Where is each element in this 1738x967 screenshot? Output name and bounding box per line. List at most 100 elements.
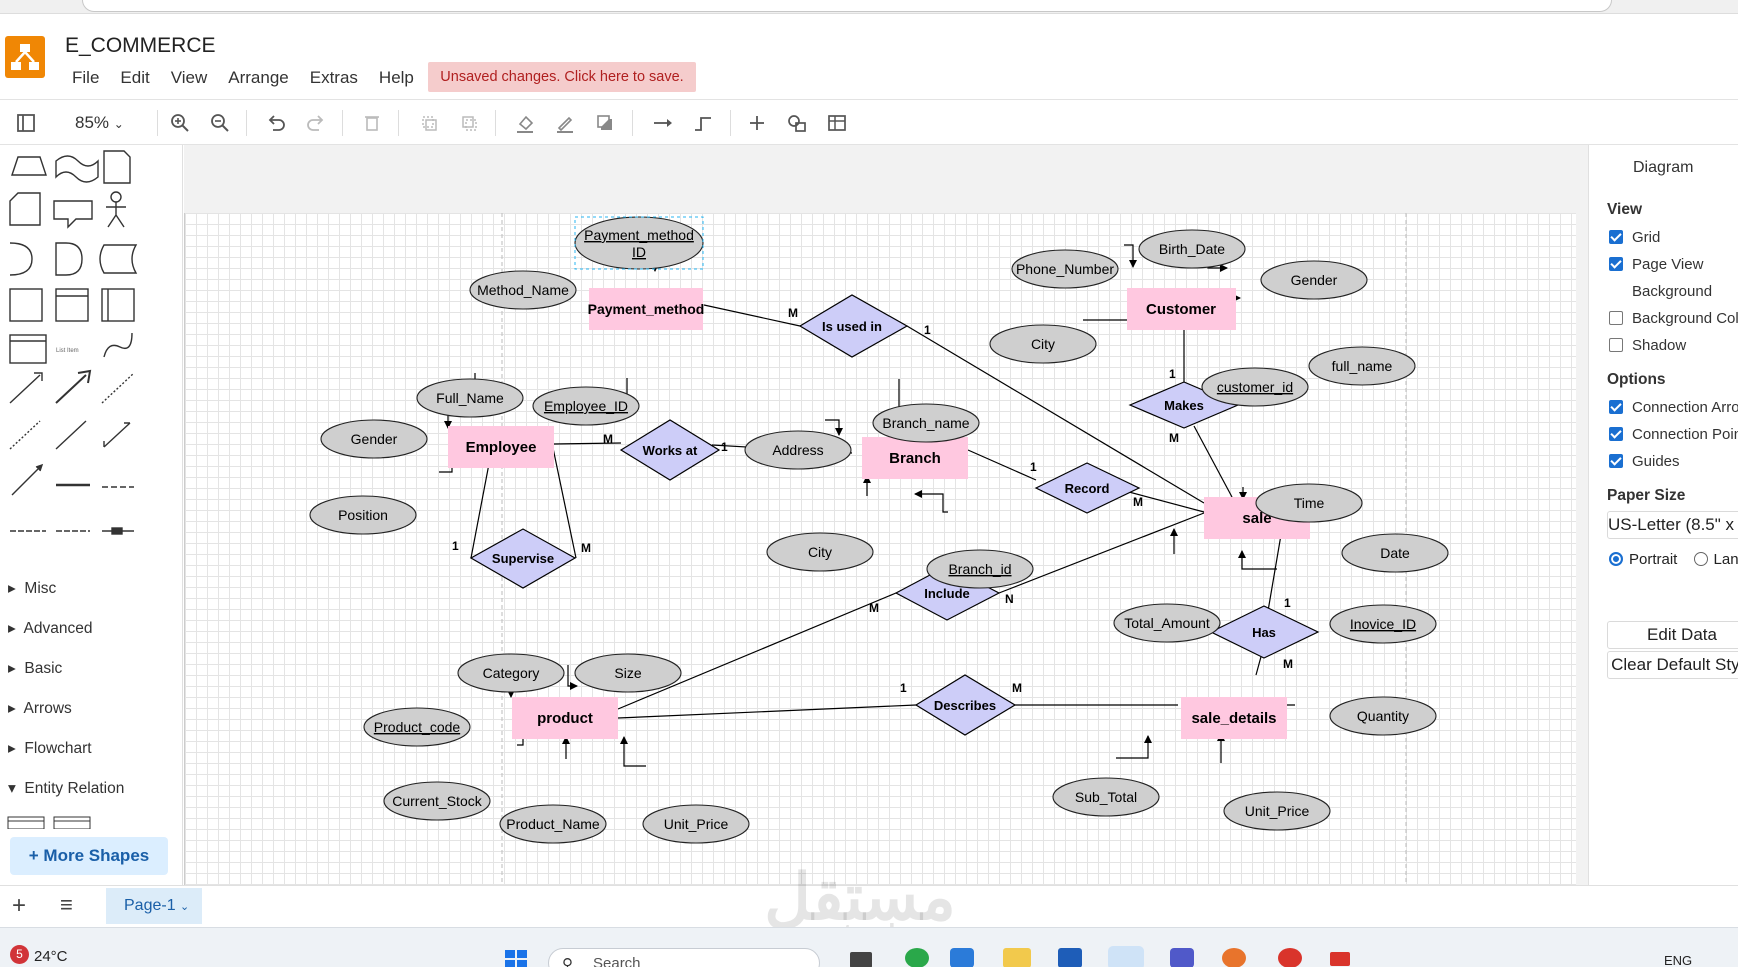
sidebar-section-basic[interactable]: ▸ Basic <box>8 659 62 678</box>
fill-color-icon[interactable] <box>512 110 538 136</box>
er-diagram[interactable]: Payment_method Customer Employee Branch … <box>184 145 1588 885</box>
relationship-supervise[interactable]: Supervise <box>469 528 577 589</box>
shapes-search-icon[interactable] <box>784 110 810 136</box>
zoom-out-icon[interactable] <box>207 110 233 136</box>
relationship-has[interactable]: Has <box>1209 605 1320 659</box>
background-option[interactable]: Background <box>1632 283 1712 300</box>
attribute-branch-name[interactable]: Branch_name <box>872 403 980 443</box>
radio-unchecked-icon[interactable] <box>1693 552 1708 566</box>
attribute-method-name[interactable]: Method_Name <box>469 270 577 310</box>
relationship-is-used-in[interactable]: Is used in <box>798 294 909 358</box>
entity-sale-details[interactable]: sale_details <box>1181 697 1287 739</box>
attribute-unit-price[interactable]: Unit_Price <box>642 804 750 844</box>
edit-data-button[interactable]: Edit Data <box>1607 621 1738 649</box>
file-explorer-icon[interactable] <box>1003 948 1031 967</box>
weather-widget[interactable]: 24°C <box>34 948 68 965</box>
clear-default-style-button[interactable]: Clear Default Style <box>1607 651 1738 679</box>
shadow-icon[interactable] <box>592 110 618 136</box>
chrome-icon[interactable] <box>1278 948 1302 967</box>
app-icon[interactable] <box>1330 952 1350 966</box>
relationship-works-at[interactable]: Works at <box>619 419 721 481</box>
firefox-icon[interactable] <box>1222 948 1246 967</box>
to-back-icon[interactable] <box>456 110 482 136</box>
table-icon[interactable] <box>824 110 850 136</box>
delete-icon[interactable] <box>359 110 385 136</box>
entity-payment-method[interactable]: Payment_method <box>588 288 705 330</box>
add-page-icon[interactable]: + <box>12 892 26 920</box>
attribute-total-amount[interactable]: Total_Amount <box>1113 603 1221 643</box>
attribute-time[interactable]: Time <box>1255 483 1363 523</box>
taskview-icon[interactable] <box>850 952 872 967</box>
menu-extras[interactable]: Extras <box>310 68 358 88</box>
menu-help[interactable]: Help <box>379 68 414 88</box>
sidebar-section-advanced[interactable]: ▸ Advanced <box>8 619 93 638</box>
language-indicator[interactable]: ENG <box>1664 953 1692 967</box>
attribute-sub-total[interactable]: Sub_Total <box>1052 777 1160 817</box>
unsaved-changes-button[interactable]: Unsaved changes. Click here to save. <box>428 62 696 92</box>
undo-icon[interactable] <box>263 110 289 136</box>
checkbox-checked-icon[interactable] <box>1609 427 1623 441</box>
teams-icon[interactable] <box>1170 948 1194 967</box>
checkbox-checked-icon[interactable] <box>1609 230 1623 244</box>
connection-arrows-option[interactable]: Connection Arrows <box>1609 399 1738 416</box>
more-shapes-button[interactable]: + More Shapes <box>10 837 168 875</box>
attribute-quantity[interactable]: Quantity <box>1329 696 1437 736</box>
sidebar-section-entity-relation[interactable]: ▾ Entity Relation <box>8 779 124 798</box>
page-view-option[interactable]: Page View <box>1609 256 1703 273</box>
relationship-record[interactable]: Record <box>1034 462 1141 514</box>
menu-arrange[interactable]: Arrange <box>228 68 288 88</box>
checkbox-unchecked-icon[interactable] <box>1609 311 1623 325</box>
to-front-icon[interactable] <box>416 110 442 136</box>
attribute-category[interactable]: Category <box>457 653 565 693</box>
entity-product[interactable]: product <box>512 697 618 739</box>
document-title[interactable]: E_COMMERCE <box>65 34 216 58</box>
checkbox-checked-icon[interactable] <box>1609 257 1623 271</box>
attribute-city[interactable]: City <box>989 324 1097 364</box>
line-color-icon[interactable] <box>552 110 578 136</box>
attribute-address[interactable]: Address <box>744 430 852 470</box>
zoom-select[interactable]: 85% ⌄ <box>75 113 124 133</box>
entity-relation-shapes[interactable] <box>6 815 106 829</box>
attribute-full-name[interactable]: full_name <box>1308 346 1416 386</box>
checkbox-checked-icon[interactable] <box>1609 454 1623 468</box>
attribute-product-name[interactable]: Product_Name <box>499 804 607 844</box>
attribute-city[interactable]: City <box>766 532 874 572</box>
checkbox-checked-icon[interactable] <box>1609 400 1623 414</box>
menu-file[interactable]: File <box>72 68 99 88</box>
attribute-birth-date[interactable]: Birth_Date <box>1138 229 1246 269</box>
diagram-canvas[interactable]: Payment_method Customer Employee Branch … <box>184 145 1588 885</box>
guides-option[interactable]: Guides <box>1609 453 1680 470</box>
pages-menu-icon[interactable]: ≡ <box>60 892 73 918</box>
redo-icon[interactable] <box>303 110 329 136</box>
attribute-inovice-id[interactable]: Inovice_ID <box>1329 604 1437 644</box>
edge-icon[interactable] <box>950 948 974 967</box>
entity-customer[interactable]: Customer <box>1127 288 1236 330</box>
windows-start-icon[interactable] <box>503 948 529 967</box>
attribute-branch-id[interactable]: Branch_id <box>926 549 1034 589</box>
background-color-option[interactable]: Background Color <box>1609 310 1738 327</box>
insert-plus-icon[interactable] <box>744 110 770 136</box>
attribute-gender[interactable]: Gender <box>1260 260 1368 300</box>
taskbar-search-input[interactable]: Search <box>548 948 820 967</box>
attribute-product-code[interactable]: Product_code <box>363 707 471 747</box>
attribute-customer-id[interactable]: customer_id <box>1201 367 1309 407</box>
attribute-date[interactable]: Date <box>1341 533 1449 573</box>
shape-palette[interactable]: List Item <box>0 145 183 565</box>
checkbox-unchecked-icon[interactable] <box>1609 338 1623 352</box>
address-bar[interactable] <box>82 0 1612 12</box>
waypoints-icon[interactable] <box>690 110 716 136</box>
connection-arrow-icon[interactable] <box>650 110 676 136</box>
attribute-phone-number[interactable]: Phone_Number <box>1011 249 1119 289</box>
whatsapp-icon[interactable] <box>905 948 929 967</box>
paper-size-select[interactable]: US-Letter (8.5" x 11") <box>1607 511 1738 539</box>
panel-tab-diagram[interactable]: Diagram <box>1633 159 1693 177</box>
attribute-size[interactable]: Size <box>574 653 682 693</box>
menu-edit[interactable]: Edit <box>120 68 149 88</box>
sidebar-section-arrows[interactable]: ▸ Arrows <box>8 699 72 718</box>
attribute-current-stock[interactable]: Current_Stock <box>383 781 491 821</box>
connection-points-option[interactable]: Connection Points <box>1609 426 1738 443</box>
entity-employee[interactable]: Employee <box>448 426 554 468</box>
attribute-full-name[interactable]: Full_Name <box>416 378 524 418</box>
chrome-active-icon[interactable] <box>1108 946 1144 967</box>
format-panel-toggle-icon[interactable] <box>13 110 39 136</box>
